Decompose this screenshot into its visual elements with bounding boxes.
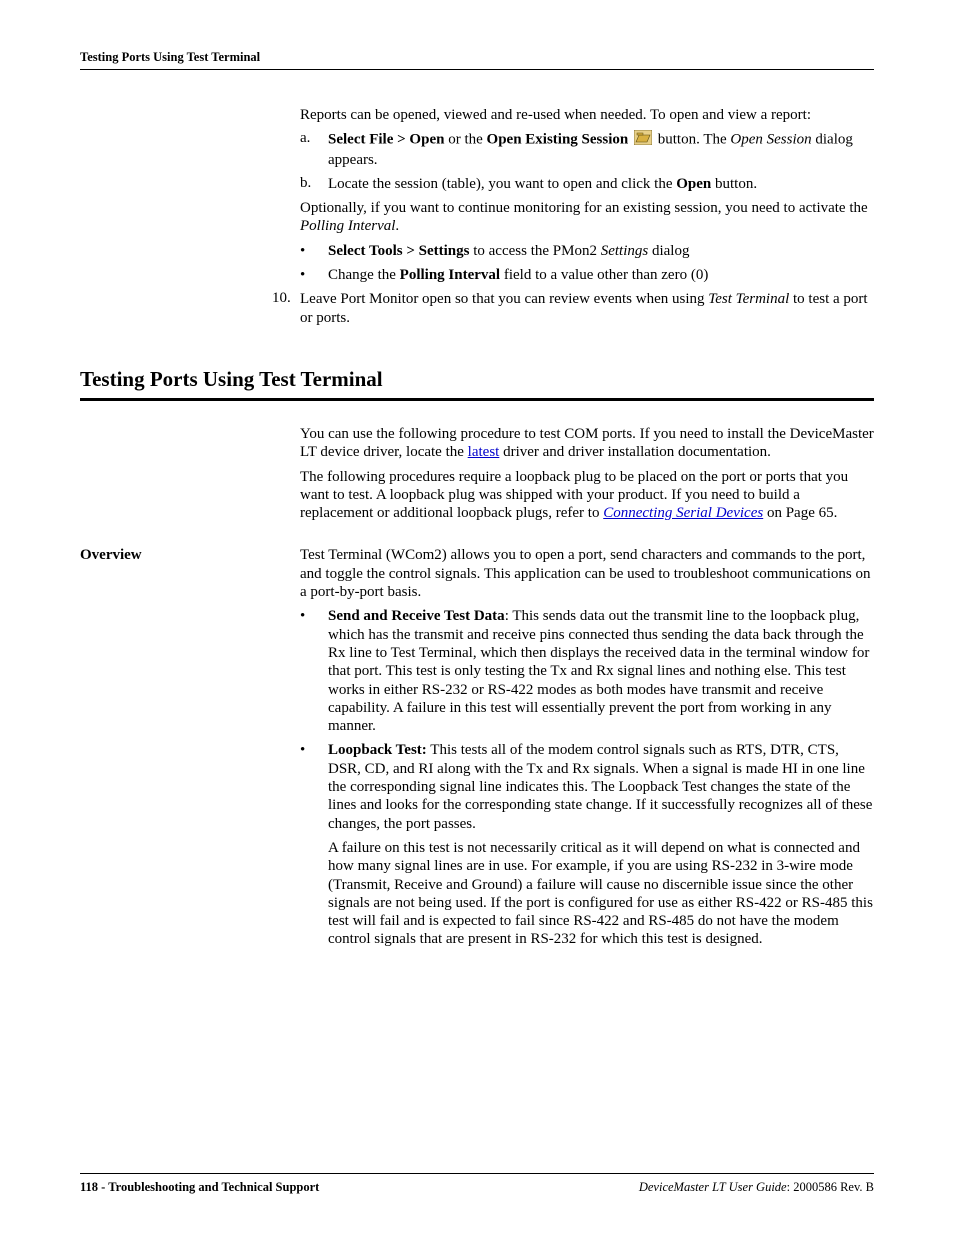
section-rule (80, 398, 874, 401)
overview-bullet-loopback-follow: A failure on this test is not necessaril… (300, 839, 874, 949)
overview-body: Test Terminal (WCom2) allows you to open… (300, 546, 874, 954)
step-b: b. Locate the session (table), you want … (300, 175, 874, 193)
step-a-seg5: Open Session (730, 132, 811, 148)
step-b-marker: b. (300, 175, 328, 193)
bullet-marker: • (300, 266, 328, 284)
bullet-tools-settings: • Select Tools > Settings to access the … (300, 242, 874, 260)
step-b-seg2: Open (676, 176, 711, 192)
open-session-icon (634, 130, 652, 150)
bullet2-seg2: Polling Interval (400, 267, 500, 283)
step10-seg2: Test Terminal (708, 291, 789, 307)
overview-bullet-send-receive: • Send and Receive Test Data: This sends… (300, 607, 874, 735)
overview-b2-follow: A failure on this test is not necessaril… (328, 839, 874, 949)
bullet1-seg2: to access the PMon2 (469, 243, 600, 259)
bullet-spacer (300, 839, 328, 949)
overview-b1-lead: Send and Receive Test Data (328, 608, 505, 624)
step-10-marker: 10. (272, 290, 300, 327)
optional-seg1: Optionally, if you want to continue moni… (300, 200, 868, 216)
step-a-marker: a. (300, 130, 328, 169)
optional-para: Optionally, if you want to continue moni… (300, 199, 874, 236)
bullet-marker: • (300, 607, 328, 735)
overview-bullet-loopback: • Loopback Test: This tests all of the m… (300, 741, 874, 832)
bullet1-content: Select Tools > Settings to access the PM… (328, 242, 874, 260)
footer-right-plain: : 2000586 Rev. B (787, 1180, 874, 1194)
footer-left-title: Troubleshooting and Technical Support (108, 1180, 319, 1194)
header-rule (80, 69, 874, 70)
bullet1-seg4: dialog (648, 243, 689, 259)
step-b-content: Locate the session (table), you want to … (328, 175, 874, 193)
step-a-seg2: or the (444, 132, 486, 148)
footer-left: 118 - Troubleshooting and Technical Supp… (80, 1180, 319, 1195)
step-a-content: Select File > Open or the Open Existing … (328, 130, 874, 169)
overview-b1-text: : This sends data out the transmit line … (328, 608, 869, 734)
step-a-seg3: Open Existing Session (487, 132, 629, 148)
para1-seg2: driver and driver installation documenta… (499, 444, 771, 460)
bullet-marker: • (300, 741, 328, 832)
reports-intro: Reports can be opened, viewed and re-use… (300, 106, 874, 124)
latest-link[interactable]: latest (468, 444, 500, 460)
section-para1: You can use the following procedure to t… (300, 425, 874, 462)
running-head: Testing Ports Using Test Terminal (80, 50, 874, 65)
bullet1-seg3: Settings (601, 243, 649, 259)
footer-rule (80, 1173, 874, 1174)
step-a-seg4: button. The (654, 132, 730, 148)
bullet-marker: • (300, 242, 328, 260)
bullet2-seg3: field to a value other than zero (0) (500, 267, 708, 283)
optional-seg2: Polling Interval (300, 218, 395, 234)
section-body: You can use the following procedure to t… (300, 425, 874, 522)
overview-block: Overview Test Terminal (WCom2) allows yo… (80, 546, 874, 954)
optional-seg3: . (395, 218, 399, 234)
footer-right: DeviceMaster LT User Guide: 2000586 Rev.… (639, 1180, 874, 1195)
step-b-seg3: button. (711, 176, 757, 192)
footer-page: 118 - (80, 1180, 108, 1194)
footer-right-ital: DeviceMaster LT User Guide (639, 1180, 787, 1194)
step-10: 10. Leave Port Monitor open so that you … (272, 290, 874, 327)
bullet-polling-interval: • Change the Polling Interval field to a… (300, 266, 874, 284)
section-para2: The following procedures require a loopb… (300, 468, 874, 523)
step-b-seg1: Locate the session (table), you want to … (328, 176, 676, 192)
step-a: a. Select File > Open or the Open Existi… (300, 130, 874, 169)
bullet2-seg1: Change the (328, 267, 400, 283)
bullet2-content: Change the Polling Interval field to a v… (328, 266, 874, 284)
step-10-content: Leave Port Monitor open so that you can … (300, 290, 874, 327)
section-heading: Testing Ports Using Test Terminal (80, 367, 874, 392)
connecting-serial-devices-link[interactable]: Connecting Serial Devices (603, 505, 763, 521)
overview-b2-lead: Loopback Test: (328, 742, 427, 758)
footer: 118 - Troubleshooting and Technical Supp… (80, 1173, 874, 1195)
overview-sidehead: Overview (80, 546, 300, 954)
overview-b2-content: Loopback Test: This tests all of the mod… (328, 741, 874, 832)
para2-seg2: on Page 65. (763, 505, 837, 521)
overview-intro: Test Terminal (WCom2) allows you to open… (300, 546, 874, 601)
step10-seg1: Leave Port Monitor open so that you can … (300, 291, 708, 307)
step-a-seg1: Select File > Open (328, 132, 444, 148)
bullet1-seg1: Select Tools > Settings (328, 243, 469, 259)
overview-b1-content: Send and Receive Test Data: This sends d… (328, 607, 874, 735)
top-body: Reports can be opened, viewed and re-use… (300, 106, 874, 327)
